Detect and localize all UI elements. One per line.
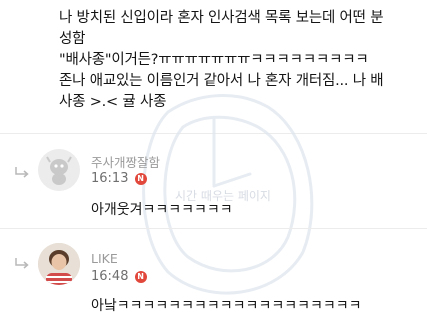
divider [0,228,427,229]
comment-author[interactable]: 주사개짱잘함 [91,152,160,171]
post-line: 존나 애교있는 이름인거 같아서 나 혼자 개터짐... 나 배 [59,73,384,89]
comment-time-text: 16:48 [91,269,129,284]
comment-time: 16:48 N [91,269,147,284]
post-line: "배사종"이거든?ㅠㅠㅠㅠㅠㅠㅠㅋㅋㅋㅋㅋㅋㅋㅋㅋ [59,52,369,68]
comment-item: 주사개짱잘함 16:13 N 아개웃겨ㅋㅋㅋㅋㅋㅋㅋ [0,140,427,226]
avatar[interactable] [38,243,80,285]
post-text: 나 방치된 신입이라 혼자 인사검색 목록 보는데 어떤 분 성함 "배사종"이… [59,8,419,113]
post-line: 사종 >.< 귤 사종 [59,94,167,110]
new-badge: N [134,271,147,283]
comment-time-text: 16:13 [91,171,129,186]
photo-avatar-icon [38,243,80,285]
divider [0,133,427,134]
gray-character-avatar-icon [38,149,80,191]
comment-text: 아개웃겨ㅋㅋㅋㅋㅋㅋㅋ [91,202,233,218]
comment-time: 16:13 N [91,171,147,186]
comment-thread-screen: 나 방치된 신입이라 혼자 인사검색 목록 보는데 어떤 분 성함 "배사종"이… [0,0,427,336]
post-line: 성함 [59,31,86,47]
reply-arrow-icon [15,258,29,269]
comment-item: LIKE 16:48 N 아낰ㅋㅋㅋㅋㅋㅋㅋㅋㅋㅋㅋㅋㅋㅋㅋㅋㅋㅋㅋ [0,234,427,336]
new-badge: N [134,173,147,185]
comment-author[interactable]: LIKE [91,251,118,266]
avatar[interactable] [38,149,80,191]
comment-text: 아낰ㅋㅋㅋㅋㅋㅋㅋㅋㅋㅋㅋㅋㅋㅋㅋㅋㅋㅋㅋ [91,298,362,314]
reply-arrow-icon [15,167,29,178]
post-line: 나 방치된 신입이라 혼자 인사검색 목록 보는데 어떤 분 [59,10,384,26]
